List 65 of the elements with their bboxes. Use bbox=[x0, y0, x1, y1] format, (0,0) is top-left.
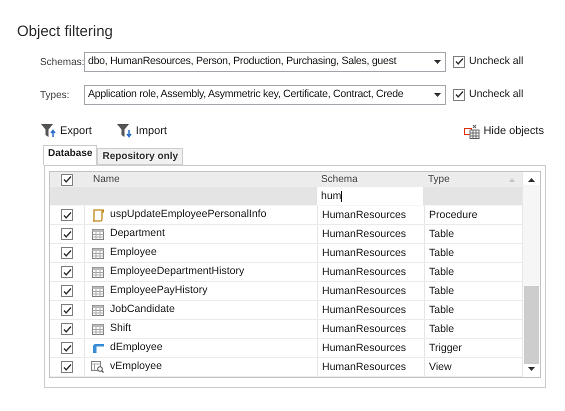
table-cell-text: Department bbox=[110, 226, 165, 242]
checkbox[interactable] bbox=[61, 247, 73, 259]
checkbox[interactable] bbox=[61, 209, 73, 221]
table-icon bbox=[92, 228, 104, 240]
table-cell: HumanResources bbox=[317, 358, 424, 376]
uncheck-all-label[interactable]: Uncheck all bbox=[469, 87, 524, 103]
trigger-icon bbox=[92, 344, 104, 352]
column-header[interactable]: Name bbox=[84, 172, 317, 187]
filter-label: Types: bbox=[39, 88, 70, 102]
section-title: Object filtering bbox=[17, 22, 114, 42]
tab[interactable]: Database bbox=[43, 145, 98, 165]
view-icon bbox=[91, 361, 104, 373]
filter-input[interactable]: hum bbox=[317, 187, 423, 205]
uncheck-all-label[interactable]: Uncheck all bbox=[469, 54, 524, 70]
table-icon bbox=[92, 324, 104, 334]
import-button[interactable]: Import bbox=[116, 122, 167, 140]
script-icon bbox=[92, 208, 104, 222]
dropdown-arrow-icon bbox=[434, 93, 441, 97]
checkbox[interactable] bbox=[61, 304, 73, 316]
scrollbar[interactable] bbox=[522, 172, 540, 377]
table-icon bbox=[92, 266, 104, 278]
table-cell: HumanResources bbox=[317, 339, 424, 357]
dropdown-arrow-icon bbox=[434, 60, 441, 64]
scroll-down-icon[interactable] bbox=[528, 367, 535, 371]
table-icon bbox=[92, 304, 104, 316]
table-icon bbox=[92, 248, 104, 258]
checkbox[interactable] bbox=[61, 228, 73, 240]
checkbox[interactable] bbox=[61, 361, 73, 373]
table-cell: HumanResources bbox=[317, 263, 424, 281]
filter-label: Schemas: bbox=[39, 56, 84, 70]
scroll-up-icon[interactable] bbox=[528, 178, 535, 182]
hide-objects-button[interactable]: Hide objects bbox=[464, 122, 544, 140]
table-cell: HumanResources bbox=[317, 225, 424, 243]
table-cell: HumanResources bbox=[317, 206, 424, 224]
table-icon bbox=[92, 286, 104, 296]
column-header[interactable]: Type bbox=[424, 172, 509, 187]
tab[interactable]: Repository only bbox=[97, 148, 184, 165]
table-cell-text: EmployeeDepartmentHistory bbox=[110, 264, 244, 280]
table-cell: HumanResources bbox=[317, 282, 424, 300]
checkbox[interactable] bbox=[61, 174, 73, 186]
table-cell-text: Shift bbox=[110, 321, 132, 336]
checkbox[interactable] bbox=[61, 323, 73, 335]
table-cell: HumanResources bbox=[317, 320, 424, 338]
checkbox[interactable] bbox=[453, 88, 465, 100]
checkbox[interactable] bbox=[453, 56, 465, 68]
export-button[interactable]: Export bbox=[41, 122, 92, 140]
column-header[interactable]: Schema bbox=[317, 172, 424, 187]
table-cell: HumanResources bbox=[317, 244, 424, 262]
table-cell-text: vEmployee bbox=[110, 359, 162, 374]
scroll-thumb[interactable] bbox=[524, 286, 539, 364]
table-cell-text: uspUpdateEmployeePersonalInfo bbox=[110, 207, 266, 222]
table-cell: HumanResources bbox=[317, 301, 424, 319]
table-cell-text: dEmployee bbox=[110, 340, 163, 356]
filter-dropdown[interactable]: Application role, Assembly, Asymmetric key, Certificate, Contract, Crede bbox=[84, 85, 446, 105]
table-cell-text: Employee bbox=[110, 245, 157, 260]
filter-import-icon bbox=[116, 124, 133, 138]
table-cell-text: JobCandidate bbox=[110, 302, 175, 318]
filter-export-icon bbox=[41, 124, 57, 138]
checkbox[interactable] bbox=[61, 342, 73, 354]
sort-arrow-icon bbox=[509, 178, 515, 182]
table-cell-text: EmployeePayHistory bbox=[110, 283, 208, 298]
checkbox[interactable] bbox=[61, 266, 73, 278]
filter-dropdown[interactable]: dbo, HumanResources, Person, Production, Purchasing, Sales, guest bbox=[84, 52, 446, 72]
hide-objects-icon bbox=[464, 124, 480, 138]
checkbox[interactable] bbox=[61, 285, 73, 297]
